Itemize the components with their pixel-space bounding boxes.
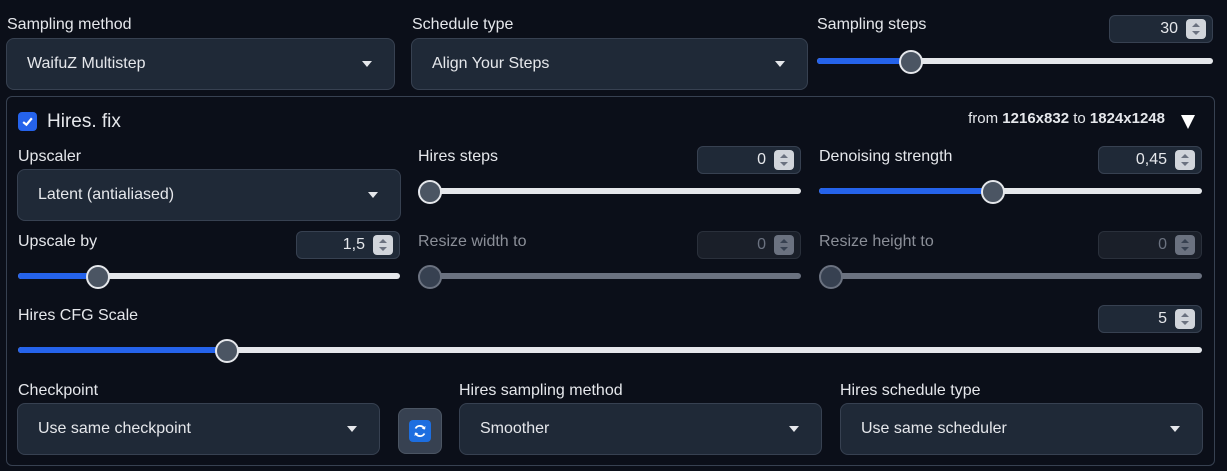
slider-thumb[interactable] <box>418 180 442 204</box>
upscale-by-value: 1,5 <box>342 236 365 253</box>
chevron-down-icon <box>362 61 372 67</box>
schedule-type-value: Align Your Steps <box>432 55 550 72</box>
hires-schedule-dropdown[interactable]: Use same scheduler <box>840 403 1203 455</box>
upscaler-label: Upscaler <box>18 148 82 165</box>
slider-thumb[interactable] <box>980 180 1005 204</box>
slider-thumb[interactable] <box>898 50 923 74</box>
hires-sampler-label: Hires sampling method <box>459 382 623 399</box>
hires-schedule-value: Use same scheduler <box>861 420 1007 437</box>
hires-fix-checkbox[interactable] <box>18 112 37 131</box>
resize-width-label: Resize width to <box>418 233 527 250</box>
from-prefix: from <box>968 110 999 127</box>
schedule-type-dropdown[interactable]: Align Your Steps <box>411 38 808 90</box>
slider-fill <box>817 58 911 64</box>
stepper-icon[interactable] <box>1175 150 1195 170</box>
chevron-down-icon <box>789 426 799 432</box>
schedule-type-label: Schedule type <box>412 16 514 33</box>
denoising-strength-input[interactable]: 0,45 <box>1098 146 1202 174</box>
hires-fix-label: Hires. fix <box>47 111 121 132</box>
chevron-down-icon <box>347 426 357 432</box>
chevron-down-icon <box>1170 426 1180 432</box>
upscale-by-label: Upscale by <box>18 233 98 250</box>
stepper-icon[interactable] <box>1175 309 1195 329</box>
sampling-steps-label: Sampling steps <box>817 16 927 33</box>
stepper-icon <box>1175 235 1195 255</box>
checkmark-icon <box>22 117 33 127</box>
resize-width-value: 0 <box>757 236 766 253</box>
chevron-down-icon <box>775 61 785 67</box>
hires-steps-label: Hires steps <box>418 148 499 165</box>
from-resolution: 1216x832 <box>1002 110 1070 127</box>
hires-sampler-value: Smoother <box>480 420 550 437</box>
slider-thumb[interactable] <box>215 339 240 363</box>
hires-cfg-value: 5 <box>1158 310 1167 327</box>
denoising-strength-label: Denoising strength <box>819 148 953 165</box>
upscale-by-input[interactable]: 1,5 <box>296 231 400 259</box>
slider-thumb <box>819 265 843 289</box>
checkpoint-dropdown[interactable]: Use same checkpoint <box>17 403 380 455</box>
sampling-steps-slider[interactable] <box>817 50 1213 74</box>
sampling-method-dropdown[interactable]: WaifuZ Multistep <box>6 38 395 90</box>
hires-steps-slider[interactable] <box>418 180 801 204</box>
stepper-icon <box>774 235 794 255</box>
stepper-icon[interactable] <box>774 150 794 170</box>
stepper-icon[interactable] <box>1186 19 1206 39</box>
hires-cfg-label: Hires CFG Scale <box>18 307 139 324</box>
hires-sampler-dropdown[interactable]: Smoother <box>459 403 822 455</box>
slider-thumb <box>418 265 442 289</box>
resize-height-input: 0 <box>1098 231 1202 259</box>
refresh-icon <box>409 420 431 442</box>
triangle-down-icon[interactable] <box>1181 115 1195 129</box>
sampling-method-value: WaifuZ Multistep <box>27 55 146 72</box>
resolution-info: from 1216x832 to 1824x1248 <box>968 110 1165 127</box>
refresh-button[interactable] <box>398 408 442 454</box>
denoising-strength-value: 0,45 <box>1135 151 1167 168</box>
checkpoint-label: Checkpoint <box>18 382 99 399</box>
upscale-by-slider[interactable] <box>18 265 400 289</box>
slider-thumb[interactable] <box>86 265 111 289</box>
slider-fill <box>819 188 993 194</box>
resize-width-slider <box>418 265 801 289</box>
resize-height-value: 0 <box>1158 236 1167 253</box>
checkpoint-value: Use same checkpoint <box>38 420 191 437</box>
upscaler-dropdown[interactable]: Latent (antialiased) <box>17 169 401 221</box>
hires-cfg-slider[interactable] <box>18 339 1202 363</box>
hires-schedule-label: Hires schedule type <box>840 382 981 399</box>
slider-fill <box>18 347 228 353</box>
hires-cfg-input[interactable]: 5 <box>1098 305 1202 333</box>
to-resolution: 1824x1248 <box>1089 110 1165 127</box>
hires-steps-input[interactable]: 0 <box>697 146 801 174</box>
resize-width-input: 0 <box>697 231 801 259</box>
chevron-down-icon <box>368 192 378 198</box>
to-prefix: to <box>1073 110 1086 127</box>
sampling-method-label: Sampling method <box>7 16 132 33</box>
hires-steps-value: 0 <box>757 151 766 168</box>
sampling-steps-value: 30 <box>1160 20 1178 37</box>
denoising-strength-slider[interactable] <box>819 180 1202 204</box>
resize-height-slider <box>819 265 1202 289</box>
stepper-icon[interactable] <box>373 235 393 255</box>
upscaler-value: Latent (antialiased) <box>38 186 175 203</box>
sampling-steps-input[interactable]: 30 <box>1109 15 1213 43</box>
resize-height-label: Resize height to <box>819 233 934 250</box>
